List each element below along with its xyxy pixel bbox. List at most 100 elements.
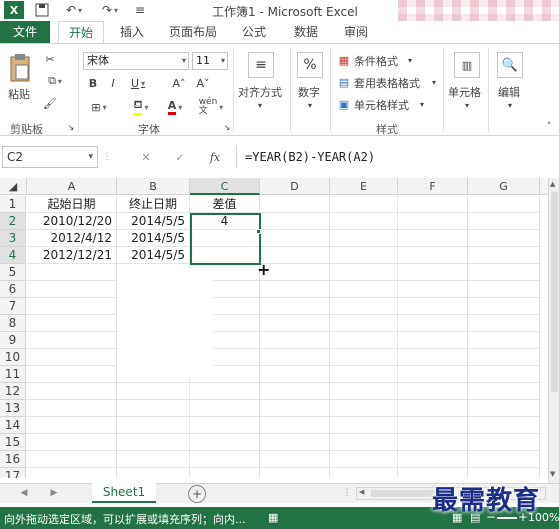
cell-b3[interactable]: 2014/5/5 (117, 230, 190, 247)
cell-a5[interactable] (27, 264, 117, 281)
cell-e13[interactable] (330, 400, 398, 417)
border-icon[interactable]: ⊞ ▾ (84, 98, 114, 116)
row-header-12[interactable]: 12 (0, 383, 26, 400)
cell-b17[interactable] (117, 468, 190, 478)
cell-d5[interactable] (260, 264, 330, 281)
cell-c15[interactable] (190, 434, 260, 451)
cell-g8[interactable] (468, 315, 540, 332)
insert-function-icon[interactable]: fx (206, 148, 224, 166)
cell-f12[interactable] (398, 383, 468, 400)
col-header-g[interactable]: G (468, 178, 540, 195)
cell-g11[interactable] (468, 366, 540, 383)
cell-f6[interactable] (398, 281, 468, 298)
col-header-f[interactable]: F (398, 178, 468, 195)
cell-g12[interactable] (468, 383, 540, 400)
cell-f1[interactable] (398, 196, 468, 213)
row-header-6[interactable]: 6 (0, 281, 26, 298)
row-header-13[interactable]: 13 (0, 400, 26, 417)
row-header-15[interactable]: 15 (0, 434, 26, 451)
cell-e7[interactable] (330, 298, 398, 315)
cell-e3[interactable] (330, 230, 398, 247)
cell-a6[interactable] (27, 281, 117, 298)
name-box[interactable]: C2 ▾ (2, 146, 98, 168)
row-header-9[interactable]: 9 (0, 332, 26, 349)
edit-label[interactable]: 编辑 (498, 84, 520, 100)
cell-e16[interactable] (330, 451, 398, 468)
tab-page-layout[interactable]: 页面布局 (160, 21, 226, 43)
cell-f16[interactable] (398, 451, 468, 468)
cell-a11[interactable] (27, 366, 117, 383)
row-header-4[interactable]: 4 (0, 247, 26, 264)
cell-g13[interactable] (468, 400, 540, 417)
italic-button[interactable]: I (104, 74, 122, 92)
cell-d9[interactable] (260, 332, 330, 349)
cell-b2[interactable]: 2014/5/5 (117, 213, 190, 230)
cell-g6[interactable] (468, 281, 540, 298)
cell-d12[interactable] (260, 383, 330, 400)
cell-f2[interactable] (398, 213, 468, 230)
bold-button[interactable]: B (84, 74, 102, 92)
cell-d15[interactable] (260, 434, 330, 451)
font-color-icon[interactable]: A ▾ (160, 98, 190, 116)
collapse-ribbon-icon[interactable]: ˄ (544, 122, 554, 132)
cell-f17[interactable] (398, 468, 468, 478)
row-header-7[interactable]: 7 (0, 298, 26, 315)
row-header-17[interactable]: 17 (0, 468, 26, 478)
enter-icon[interactable]: ✓ (172, 148, 188, 166)
tab-file[interactable]: 文件 (0, 21, 50, 43)
edit-dd-icon[interactable]: ▾ (504, 100, 516, 110)
cell-c13[interactable] (190, 400, 260, 417)
scroll-up-icon[interactable]: ▲ (550, 180, 555, 188)
tab-home[interactable]: 开始 (58, 21, 104, 43)
alignment-label[interactable]: 对齐方式 (238, 84, 282, 100)
cell-e14[interactable] (330, 417, 398, 434)
cell-f8[interactable] (398, 315, 468, 332)
cell-a8[interactable] (27, 315, 117, 332)
cell-f7[interactable] (398, 298, 468, 315)
customize-qat-icon[interactable]: ≡ (132, 1, 148, 19)
row-header-10[interactable]: 10 (0, 349, 26, 366)
fill-color-icon[interactable]: ⛾ ▾ (126, 98, 156, 116)
cell-c16[interactable] (190, 451, 260, 468)
col-header-a[interactable]: A (27, 178, 117, 195)
cell-d7[interactable] (260, 298, 330, 315)
col-header-c[interactable]: C (190, 178, 260, 195)
cell-b15[interactable] (117, 434, 190, 451)
cell-a4[interactable]: 2012/12/21 (27, 247, 117, 264)
cell-a9[interactable] (27, 332, 117, 349)
cell-g14[interactable] (468, 417, 540, 434)
cell-f10[interactable] (398, 349, 468, 366)
zoom-slider[interactable] (497, 517, 517, 519)
shrink-font-icon[interactable]: A˅ (192, 74, 214, 92)
alignment-icon[interactable]: ≡ (248, 52, 274, 78)
cell-a12[interactable] (27, 383, 117, 400)
cut-icon[interactable]: ✂ (40, 50, 60, 68)
row-header-14[interactable]: 14 (0, 417, 26, 434)
cell-b16[interactable] (117, 451, 190, 468)
cell-f15[interactable] (398, 434, 468, 451)
hscroll-left-icon[interactable]: ◀ (359, 488, 364, 496)
font-name-combo[interactable]: 宋体 ▾ (83, 52, 189, 70)
cell-d2[interactable] (260, 213, 330, 230)
cell-b13[interactable] (117, 400, 190, 417)
row-header-5[interactable]: 5 (0, 264, 26, 281)
conditional-format-button[interactable]: 条件格式 (354, 53, 398, 69)
row-header-11[interactable]: 11 (0, 366, 26, 383)
col-header-e[interactable]: E (330, 178, 398, 195)
cell-f14[interactable] (398, 417, 468, 434)
cell-e5[interactable] (330, 264, 398, 281)
formula-input[interactable]: =YEAR(B2)-YEAR(A2) (236, 146, 557, 168)
row-header-3[interactable]: 3 (0, 230, 26, 247)
cell-g5[interactable] (468, 264, 540, 281)
cancel-icon[interactable]: ✕ (138, 148, 154, 166)
cell-c1[interactable]: 差值 (190, 196, 260, 213)
cell-styles-button[interactable]: 单元格样式 (354, 97, 409, 113)
cell-g7[interactable] (468, 298, 540, 315)
phonetic-icon[interactable]: wén 文 ▾ (198, 96, 224, 118)
cell-d14[interactable] (260, 417, 330, 434)
cell-g17[interactable] (468, 468, 540, 478)
font-size-combo[interactable]: 11 ▾ (192, 52, 228, 70)
save-icon[interactable] (34, 1, 50, 19)
cell-e17[interactable] (330, 468, 398, 478)
cell-e4[interactable] (330, 247, 398, 264)
